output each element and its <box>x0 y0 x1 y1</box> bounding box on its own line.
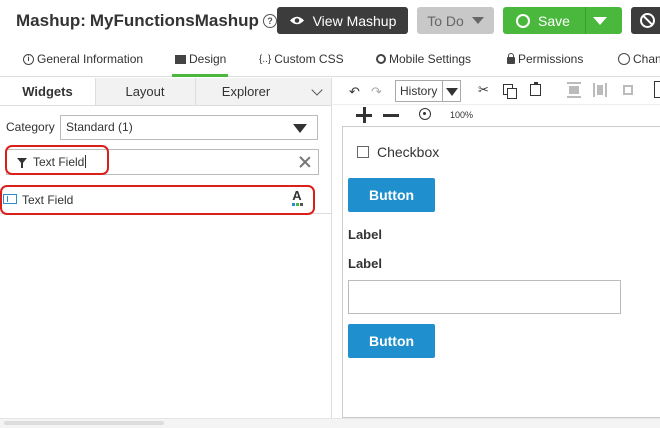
mashup-tabs: i General Information Design {..} Custom… <box>0 47 660 77</box>
filter-highlight-annotation <box>5 145 109 175</box>
eye-icon <box>289 16 304 25</box>
canvas-label-1: Label <box>348 227 382 242</box>
category-label: Category <box>6 120 55 134</box>
clear-icon[interactable] <box>298 155 312 169</box>
zoom-out-icon[interactable] <box>383 114 399 117</box>
tab-label: General Information <box>37 52 144 66</box>
design-icon <box>175 54 186 64</box>
tab-custom-css[interactable]: {..} Custom CSS <box>259 52 344 66</box>
chevron-down-icon[interactable] <box>311 84 323 96</box>
zoom-toolbar: 100% <box>332 104 660 126</box>
tab-general-information[interactable]: i General Information <box>23 52 143 66</box>
help-icon[interactable]: ? <box>262 14 277 28</box>
save-button[interactable]: Save <box>503 7 622 34</box>
save-label: Save <box>538 12 570 29</box>
gear-icon <box>376 54 386 64</box>
chevron-down-icon <box>471 17 484 24</box>
design-canvas[interactable] <box>342 126 660 418</box>
center-icon[interactable] <box>621 82 635 98</box>
redo-icon[interactable]: ↷ <box>371 84 382 100</box>
canvas-button-2[interactable]: Button <box>348 324 435 358</box>
zoom-in-icon[interactable] <box>356 107 372 123</box>
canvas-button-1[interactable]: Button <box>348 178 435 212</box>
canvas-label-2: Label <box>348 256 382 271</box>
circle-icon <box>516 13 531 28</box>
chevron-down-icon <box>446 88 458 96</box>
view-mashup-label: View Mashup <box>312 12 397 29</box>
undo-icon[interactable]: ↶ <box>349 84 360 100</box>
todo-button[interactable]: To Do <box>417 7 494 34</box>
widget-highlight-annotation <box>0 185 315 215</box>
tab-change-history[interactable]: Chan <box>618 52 660 66</box>
tab-label: Chan <box>633 52 660 66</box>
canvas-checkbox[interactable] <box>357 146 369 158</box>
category-value: Standard (1) <box>66 120 133 134</box>
save-main[interactable]: Save <box>503 7 583 34</box>
tab-design[interactable]: Design <box>171 52 229 77</box>
tab-widgets[interactable]: Widgets <box>0 78 96 105</box>
left-panel-tabs: Widgets Layout Explorer <box>0 78 331 106</box>
cancel-button[interactable] <box>631 7 660 34</box>
ban-icon <box>640 13 655 28</box>
checkbox-label: Checkbox <box>377 144 440 160</box>
design-toolbar: ↶ ↷ History ✂ <box>332 78 660 105</box>
panel-divider[interactable] <box>331 78 332 427</box>
css-icon: {..} <box>259 53 272 65</box>
history-label: History <box>400 84 438 98</box>
paste-icon[interactable] <box>530 82 541 96</box>
page-title: Mashup: MyFunctionsMashup? <box>16 11 277 31</box>
mashup-name: MyFunctionsMashup <box>89 11 259 30</box>
align-vertical-icon[interactable] <box>593 82 607 98</box>
more-tools-icon[interactable] <box>654 81 660 98</box>
copy-icon[interactable] <box>503 84 517 99</box>
view-mashup-button[interactable]: View Mashup <box>277 7 408 34</box>
title-prefix: Mashup: <box>16 11 86 30</box>
zoom-level: 100% <box>450 110 474 120</box>
tab-label: Mobile Settings <box>389 52 472 66</box>
save-divider <box>585 7 586 34</box>
crosshair-icon[interactable] <box>419 108 431 120</box>
tab-label: Design <box>189 52 227 66</box>
save-dropdown-icon[interactable] <box>593 17 607 25</box>
align-horizontal-icon[interactable] <box>567 82 581 98</box>
tab-mobile-settings[interactable]: Mobile Settings <box>376 52 471 66</box>
todo-label: To Do <box>427 12 464 29</box>
info-icon: i <box>23 53 34 65</box>
clock-icon <box>618 53 630 65</box>
lock-icon <box>507 53 515 64</box>
chevron-down-icon <box>293 124 307 133</box>
tab-explorer[interactable]: Explorer <box>195 78 296 105</box>
tab-permissions[interactable]: Permissions <box>507 52 583 66</box>
tab-label: Permissions <box>518 52 584 66</box>
tab-label: Custom CSS <box>274 52 344 66</box>
cut-icon[interactable]: ✂ <box>478 82 490 97</box>
canvas-text-field[interactable] <box>348 280 621 314</box>
history-select[interactable]: History <box>395 80 461 102</box>
tab-layout[interactable]: Layout <box>96 78 194 105</box>
scrollbar-thumb[interactable] <box>4 421 164 425</box>
category-select[interactable]: Standard (1) <box>60 115 318 140</box>
history-divider <box>442 81 443 101</box>
